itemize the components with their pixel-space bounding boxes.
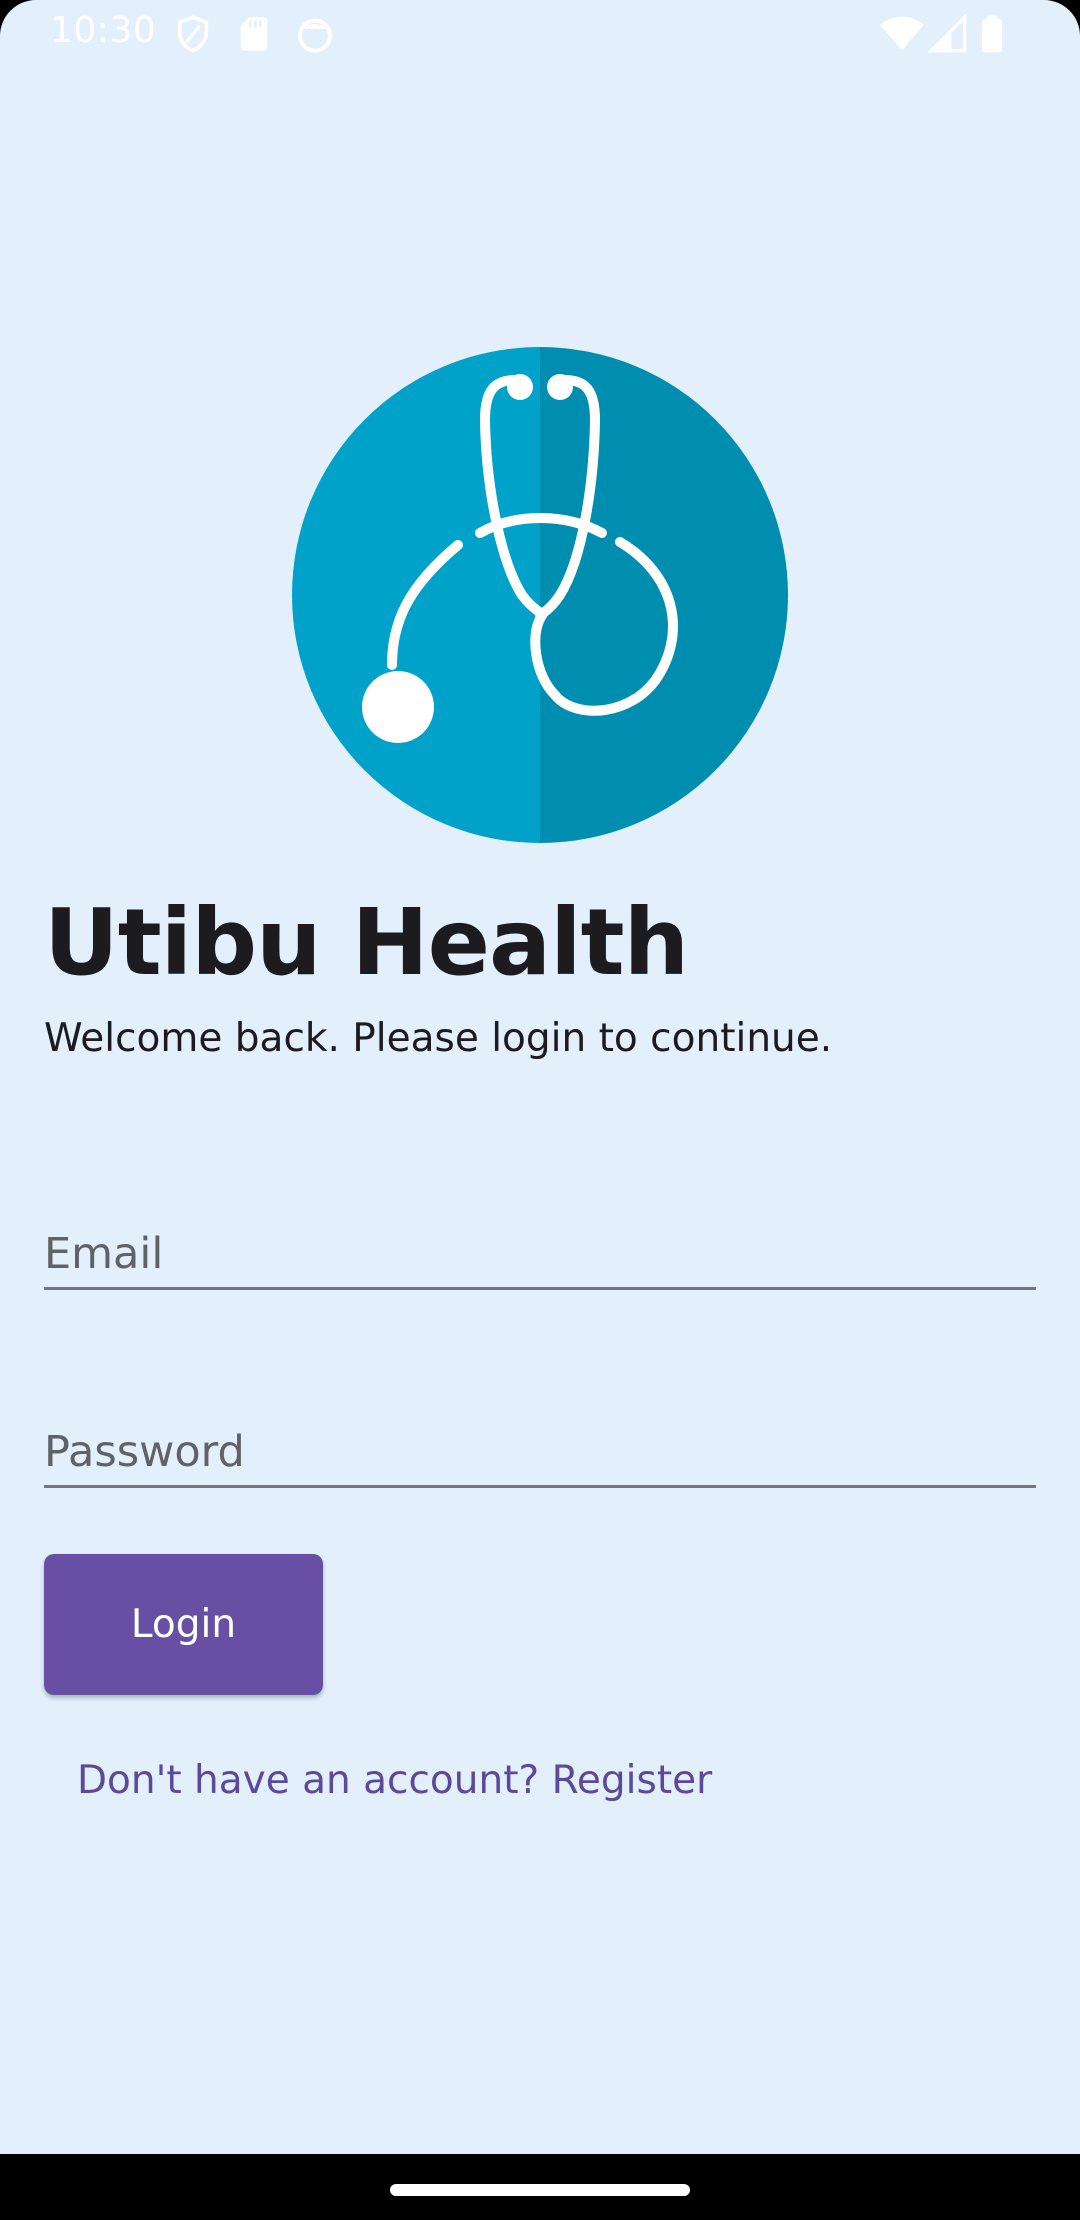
password-field — [44, 1368, 1036, 1512]
battery-icon — [978, 14, 1006, 54]
signal-icon — [927, 13, 968, 54]
stethoscope-logo — [290, 345, 790, 845]
welcome-subtitle: Welcome back. Please login to continue. — [44, 1016, 833, 1061]
face-icon — [295, 14, 335, 54]
email-underline — [44, 1287, 1036, 1290]
email-field — [44, 1170, 1036, 1314]
password-input[interactable] — [44, 1368, 1036, 1512]
login-button[interactable]: Login — [44, 1554, 323, 1695]
home-indicator[interactable] — [390, 2184, 690, 2196]
status-bar: 10:30 — [0, 0, 1080, 66]
email-input[interactable] — [44, 1170, 1036, 1314]
login-screen: 10:30 Utibu Health Welcome back. Please … — [0, 0, 1080, 2154]
navigation-bar — [0, 2154, 1080, 2220]
sd-card-icon — [234, 14, 274, 54]
stethoscope-icon — [292, 347, 788, 843]
app-title: Utibu Health — [44, 889, 689, 996]
wifi-icon — [880, 14, 924, 54]
shield-icon — [173, 14, 213, 54]
password-underline — [44, 1485, 1036, 1488]
status-time: 10:30 — [50, 10, 157, 51]
register-link[interactable]: Don't have an account? Register — [77, 1758, 712, 1803]
